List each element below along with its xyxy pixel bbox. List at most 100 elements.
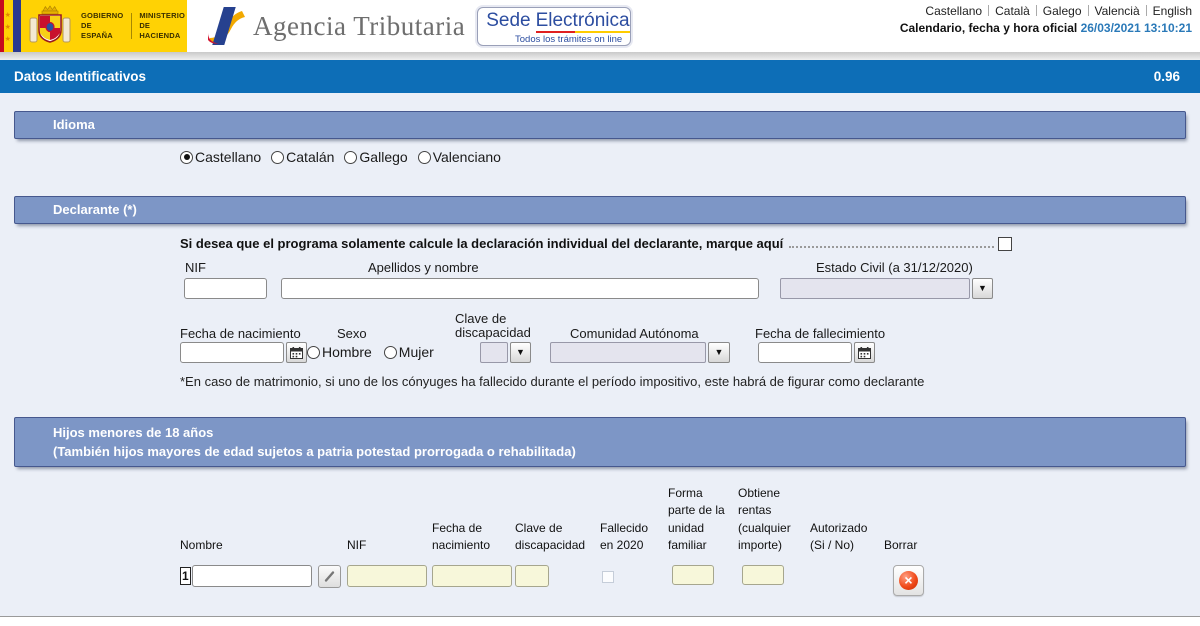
cell-nombre: 1 [180, 565, 347, 588]
hijo-edit-button[interactable] [318, 565, 341, 588]
clave-discapacidad-label: Clave de discapacidad [455, 312, 543, 340]
clave-discapacidad-field[interactable] [480, 342, 508, 363]
idioma-options: Castellano Catalán Gallego Valenciano [180, 148, 1200, 166]
clave-discapacidad-select: ▼ [480, 342, 531, 363]
hijo-forma-parte-input [672, 565, 714, 585]
radio-label: Valenciano [433, 149, 501, 165]
cell-nif [347, 565, 432, 587]
cell-obtiene-rentas [738, 565, 810, 585]
radio-castellano[interactable]: Castellano [180, 149, 261, 165]
sede-word2: Electrónica [536, 10, 630, 32]
svg-text:★: ★ [5, 23, 11, 31]
cell-forma-parte [668, 565, 738, 585]
page-title: Datos Identificativos [14, 69, 146, 84]
language-links: Castellano Català Galego Valencià English [900, 4, 1192, 18]
fecha-nacimiento-group [180, 342, 307, 363]
delete-row-button[interactable]: × [893, 565, 924, 596]
gobierno-espana-logo: ★ ★ ★ GOBIERNO DE ESPAÑA [0, 0, 187, 52]
cell-fecha-nacimiento [432, 565, 515, 587]
estado-civil-field[interactable] [780, 278, 970, 299]
radio-label: Gallego [359, 149, 407, 165]
hijo-nombre-input[interactable] [192, 565, 312, 587]
radio-hombre[interactable]: Hombre [307, 344, 372, 360]
sede-electronica-badge[interactable]: Sede Electrónica Todos los trámites on l… [477, 7, 631, 46]
hijo-fecha-nacimiento-input [432, 565, 512, 587]
col-header-forma-parte: Forma parte de la unidad familiar [668, 485, 738, 555]
radio-catalan[interactable]: Catalán [271, 149, 334, 165]
col-header-fallecido-2020: Fallecido en 2020 [600, 520, 668, 555]
fecha-fallecimiento-input[interactable] [758, 342, 852, 363]
agencia-tributaria-logo-icon [205, 6, 247, 46]
hijos-table: Nombre NIF Fecha de nacimiento Clave de … [180, 485, 944, 596]
divider [131, 13, 132, 39]
col-header-autorizado: Autorizado (Si / No) [810, 520, 884, 555]
lang-catala[interactable]: Català [995, 4, 1030, 18]
agencia-tributaria-brand: Agencia Tributaria [205, 0, 465, 52]
sexo-label: Sexo [337, 326, 367, 341]
radio-label: Catalán [286, 149, 334, 165]
comunidad-autonoma-dropdown-button[interactable]: ▼ [708, 342, 730, 363]
section-hijos-header: Hijos menores de 18 años (También hijos … [14, 417, 1186, 467]
version-number: 0.96 [1154, 69, 1180, 84]
radio-icon [271, 151, 284, 164]
dotted-leader [789, 246, 994, 248]
coat-of-arms-icon [26, 4, 74, 48]
cell-fallecido-2020 [600, 565, 668, 583]
sede-word1: Sede [486, 10, 530, 32]
calendar-icon [290, 347, 303, 359]
comunidad-autonoma-select: ▼ [550, 342, 730, 363]
divider [988, 5, 989, 16]
lang-valencia[interactable]: Valencià [1095, 4, 1140, 18]
col-header-borrar: Borrar [884, 537, 944, 554]
fecha-fallecimiento-calendar-button[interactable] [854, 342, 875, 363]
row-number: 1 [180, 567, 191, 585]
datetime-label: Calendario, fecha y hora oficial [900, 21, 1077, 35]
radio-icon [180, 151, 193, 164]
fecha-nacimiento-input[interactable] [180, 342, 284, 363]
radio-icon [344, 151, 357, 164]
divider [1146, 5, 1147, 16]
apellidos-input[interactable] [281, 278, 759, 299]
clave-discapacidad-dropdown-button[interactable]: ▼ [510, 342, 531, 363]
fecha-nacimiento-calendar-button[interactable] [286, 342, 307, 363]
col-header-nif: NIF [347, 537, 432, 554]
radio-icon [307, 346, 320, 359]
spain-flag-icon: ★ ★ ★ [0, 0, 21, 52]
official-datetime: Calendario, fecha y hora oficial 26/03/2… [900, 21, 1192, 35]
col-header-clave-discapacidad: Clave de discapacidad [515, 520, 600, 555]
estado-civil-dropdown-button[interactable]: ▼ [972, 278, 993, 299]
individual-declaration-checkbox[interactable] [998, 237, 1012, 251]
individual-declaration-row: Si desea que el programa solamente calcu… [180, 236, 1012, 251]
delete-x-glyph: × [904, 573, 912, 587]
delete-icon: × [899, 571, 918, 590]
radio-label: Castellano [195, 149, 261, 165]
radio-icon [384, 346, 397, 359]
nif-label: NIF [185, 260, 206, 275]
radio-gallego[interactable]: Gallego [344, 149, 407, 165]
hijos-table-header: Nombre NIF Fecha de nacimiento Clave de … [180, 485, 944, 555]
radio-valenciano[interactable]: Valenciano [418, 149, 501, 165]
page: ★ ★ ★ GOBIERNO DE ESPAÑA [0, 0, 1200, 626]
individual-declaration-label: Si desea que el programa solamente calcu… [180, 236, 783, 251]
estado-civil-label: Estado Civil (a 31/12/2020) [816, 260, 973, 275]
title-bar: Datos Identificativos 0.96 [0, 60, 1200, 93]
radio-mujer[interactable]: Mujer [384, 344, 434, 360]
calendar-icon [858, 347, 871, 359]
lang-castellano[interactable]: Castellano [925, 4, 982, 18]
chevron-down-icon: ▼ [715, 348, 724, 357]
nif-input[interactable] [184, 278, 267, 299]
fecha-nacimiento-label: Fecha de nacimiento [180, 326, 301, 341]
comunidad-autonoma-field[interactable] [550, 342, 706, 363]
section-declarante-header: Declarante (*) [14, 196, 1186, 224]
lang-english[interactable]: English [1153, 4, 1192, 18]
fecha-fallecimiento-label: Fecha de fallecimiento [755, 326, 885, 341]
col-header-fecha-nacimiento: Fecha de nacimiento [432, 520, 515, 555]
lang-galego[interactable]: Galego [1043, 4, 1082, 18]
header-right: Castellano Català Galego Valencià English Ca… [900, 0, 1200, 52]
datetime-value: 26/03/2021 13:10:21 [1081, 21, 1192, 35]
fecha-fallecimiento-group [758, 342, 875, 363]
col-header-nombre: Nombre [180, 537, 347, 554]
header: ★ ★ ★ GOBIERNO DE ESPAÑA [0, 0, 1200, 52]
col-header-obtiene-rentas: Obtiene rentas (cualquier importe) [738, 485, 810, 555]
sede-underline [536, 31, 630, 33]
